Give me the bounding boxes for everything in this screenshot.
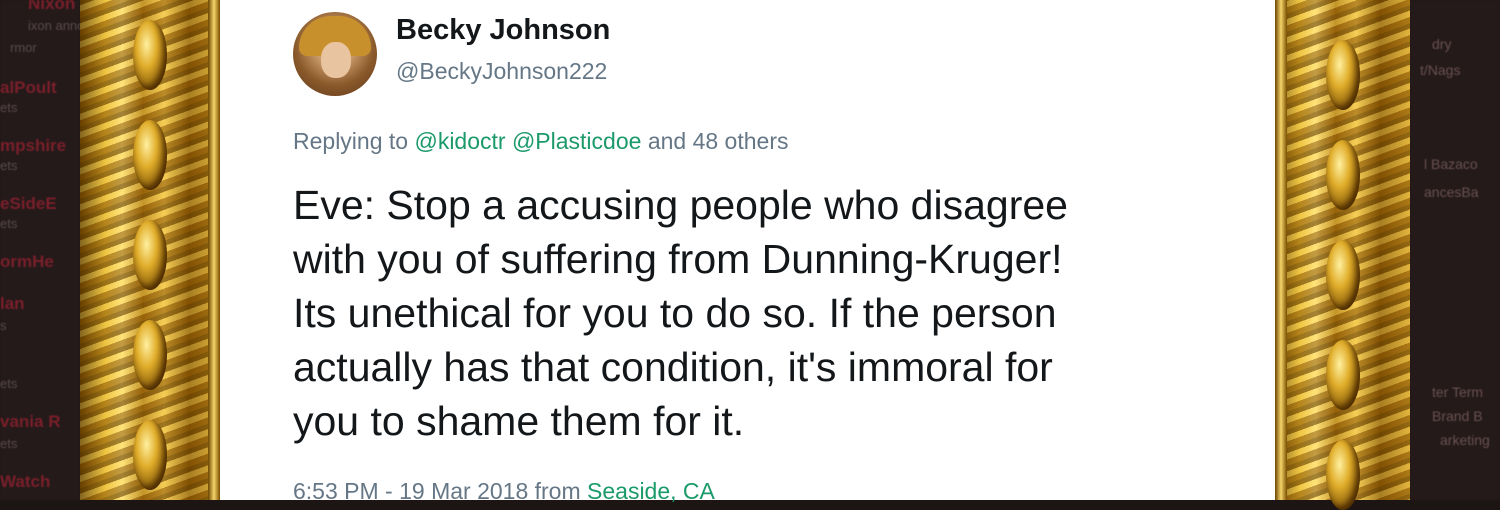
bg-left-title-6: lan [0,294,25,313]
tweet-timestamp[interactable]: 6:53 PM - 19 Mar 2018 from [293,478,581,504]
bg-left-title-0: Nixon [28,0,76,13]
bg-left-sub-6: s [0,318,7,333]
reply-mention-link[interactable]: @kidoctr [414,128,505,154]
background-page-left: Nixon ixon anno rmor alPoult ets mpshire… [0,0,80,500]
tweet-text-line: actually has that condition, it's immora… [293,344,1053,390]
bg-right-item-2: l Bazaco [1424,156,1478,172]
bg-left-title-2: alPoult [0,78,57,97]
reply-mention-link[interactable]: @Plasticdoe [512,128,641,154]
frame-ornament [1325,340,1360,410]
replying-prefix: Replying to [293,128,409,154]
frame-inner-edge [208,0,220,500]
bg-left-sub-7: ets [0,376,18,391]
avatar-face [321,42,351,78]
gold-frame-right [1275,0,1410,510]
bg-left-title-3: mpshire [0,136,67,155]
avatar[interactable] [293,12,377,96]
reply-others[interactable]: and 48 others [648,128,789,154]
frame-ornament [133,120,167,190]
bg-left-sub-0: ixon anno [28,18,80,33]
bg-left-title-8: vania R [0,412,61,431]
frame-ornament [1325,240,1360,310]
bg-right-item-4: ter Term [1432,384,1484,400]
bg-left-sub-2: ets [0,100,18,115]
bg-right-item-0: dry [1432,36,1452,52]
tweet-text-line: Its unethical for you to do so. If the p… [293,290,1057,336]
author-handle[interactable]: @BeckyJohnson222 [396,58,607,85]
bg-left-title-5: ormHe [0,252,54,271]
frame-ornament [1325,40,1360,110]
frame-ornament [133,420,167,490]
tweet-text-line: Eve: Stop a accusing people who disagree [293,182,1068,228]
bg-right-item-5: Brand B [1432,408,1483,424]
bg-left-sub-4: ets [0,216,18,231]
replying-to-line: Replying to @kidoctr @Plasticdoe and 48 … [293,128,788,155]
gold-frame-left [80,0,220,500]
tweet-meta: 6:53 PM - 19 Mar 2018 from Seaside, CA [293,478,715,505]
bg-left-title-4: eSideE [0,194,57,213]
background-page-right: dry t/Nags l Bazaco ancesBa ter Term Bra… [1410,0,1500,500]
tweet-text: Eve: Stop a accusing people who disagree… [293,178,1253,448]
frame-inner-edge [1275,0,1287,500]
tweet-text-line: you to shame them for it. [293,398,745,444]
author-name[interactable]: Becky Johnson [396,14,610,47]
frame-ornament [133,320,167,390]
bg-left-sub-3: ets [0,158,18,173]
tweet-location-link[interactable]: Seaside, CA [587,478,715,504]
bg-left-sub-1: rmor [10,40,37,55]
bg-right-item-3: ancesBa [1424,184,1479,200]
tweet-text-line: with you of suffering from Dunning-Kruge… [293,236,1063,282]
bg-left-title-9: Watch [0,472,51,491]
bg-left-sub-8: ets [0,436,18,451]
bg-right-item-1: t/Nags [1420,62,1461,78]
frame-ornament [133,20,167,90]
frame-ornament [133,220,167,290]
bg-right-item-6: arketing [1440,432,1490,448]
frame-ornament [1325,140,1360,210]
tweet-card: Becky Johnson @BeckyJohnson222 Replying … [220,0,1275,504]
